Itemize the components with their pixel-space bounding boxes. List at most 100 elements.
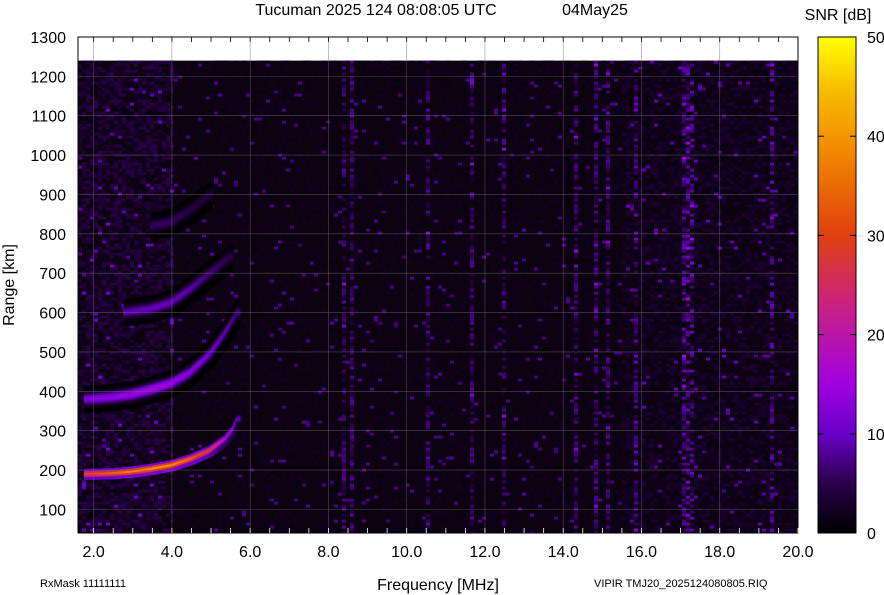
noise-cell [198, 246, 202, 250]
noise-cell [298, 81, 302, 85]
noise-cell [250, 141, 254, 145]
noise-cell [94, 438, 98, 442]
noise-cell [94, 492, 98, 496]
noise-cell [274, 183, 278, 187]
noise-cell [78, 93, 82, 97]
noise-cell [110, 129, 114, 133]
noise-cell [262, 363, 266, 367]
noise-cell [110, 516, 114, 520]
noise-cell [290, 384, 294, 388]
noise-cell [138, 327, 142, 331]
noise-cell [270, 303, 274, 307]
noise-cell [130, 144, 134, 148]
noise-cell [146, 246, 150, 250]
noise-cell [298, 300, 302, 304]
noise-cell [302, 321, 306, 325]
noise-cell [134, 147, 138, 151]
noise-cell [138, 126, 142, 130]
noise-cell [178, 243, 182, 247]
noise-cell [246, 243, 250, 247]
noise-cell [166, 528, 170, 532]
noise-cell [318, 168, 322, 172]
noise-cell [234, 387, 238, 391]
noise-cell [322, 81, 326, 85]
noise-cell [178, 339, 182, 343]
noise-cell [282, 93, 286, 97]
noise-cell [126, 135, 130, 139]
noise-cell [306, 129, 310, 133]
noise-cell [286, 213, 290, 217]
noise-cell [78, 90, 82, 94]
noise-cell [290, 192, 294, 196]
noise-cell [290, 171, 294, 175]
noise-cell [230, 291, 234, 295]
noise-cell [198, 138, 202, 142]
noise-cell [106, 420, 110, 424]
noise-cell [306, 339, 310, 343]
noise-cell [190, 327, 194, 331]
noise-cell [106, 522, 110, 526]
noise-cell [274, 375, 278, 379]
noise-cell [250, 111, 254, 115]
noise-cell [226, 477, 230, 481]
noise-cell [262, 255, 266, 259]
noise-cell [138, 222, 142, 226]
noise-cell [282, 120, 286, 124]
noise-cell [142, 99, 146, 103]
noise-cell [222, 426, 226, 430]
noise-cell [254, 204, 258, 208]
noise-cell [166, 363, 170, 367]
noise-cell [86, 60, 90, 64]
noise-cell [142, 414, 146, 418]
noise-cell [78, 492, 82, 496]
noise-cell [206, 294, 210, 298]
noise-cell [246, 330, 250, 334]
noise-cell [146, 105, 150, 109]
noise-cell [78, 456, 82, 460]
noise-cell [94, 378, 98, 382]
noise-cell [106, 111, 110, 115]
noise-cell [142, 240, 146, 244]
noise-cell [162, 60, 166, 64]
noise-cell [122, 420, 126, 424]
noise-cell [314, 138, 318, 142]
noise-cell [274, 237, 278, 241]
noise-cell [150, 255, 154, 259]
noise-cell [290, 225, 294, 229]
noise-cell [142, 453, 146, 457]
noise-cell [242, 378, 246, 382]
noise-cell [166, 324, 170, 328]
noise-cell [98, 135, 102, 139]
noise-cell [86, 180, 90, 184]
noise-cell [154, 324, 158, 328]
noise-cell [94, 516, 98, 520]
noise-cell [286, 285, 290, 289]
noise-cell [242, 219, 246, 223]
noise-cell [86, 441, 90, 445]
noise-cell [310, 264, 314, 268]
noise-cell [102, 288, 106, 292]
noise-cell [82, 225, 86, 229]
noise-cell [150, 195, 154, 199]
noise-cell [126, 87, 130, 91]
noise-cell [262, 84, 266, 88]
noise-cell [310, 357, 314, 361]
noise-cell [222, 135, 226, 139]
noise-cell [246, 192, 250, 196]
noise-cell [302, 246, 306, 250]
noise-cell [278, 519, 282, 523]
noise-cell [266, 327, 270, 331]
noise-cell [250, 297, 254, 301]
noise-cell [242, 405, 246, 409]
noise-cell [118, 444, 122, 448]
noise-cell [270, 513, 274, 517]
noise-cell [78, 207, 82, 211]
noise-cell [226, 60, 230, 64]
noise-cell [106, 336, 110, 340]
noise-cell [302, 483, 306, 487]
noise-cell [106, 432, 110, 436]
noise-cell [114, 225, 118, 229]
noise-cell [122, 180, 126, 184]
noise-cell [314, 435, 318, 439]
noise-cell [166, 402, 170, 406]
